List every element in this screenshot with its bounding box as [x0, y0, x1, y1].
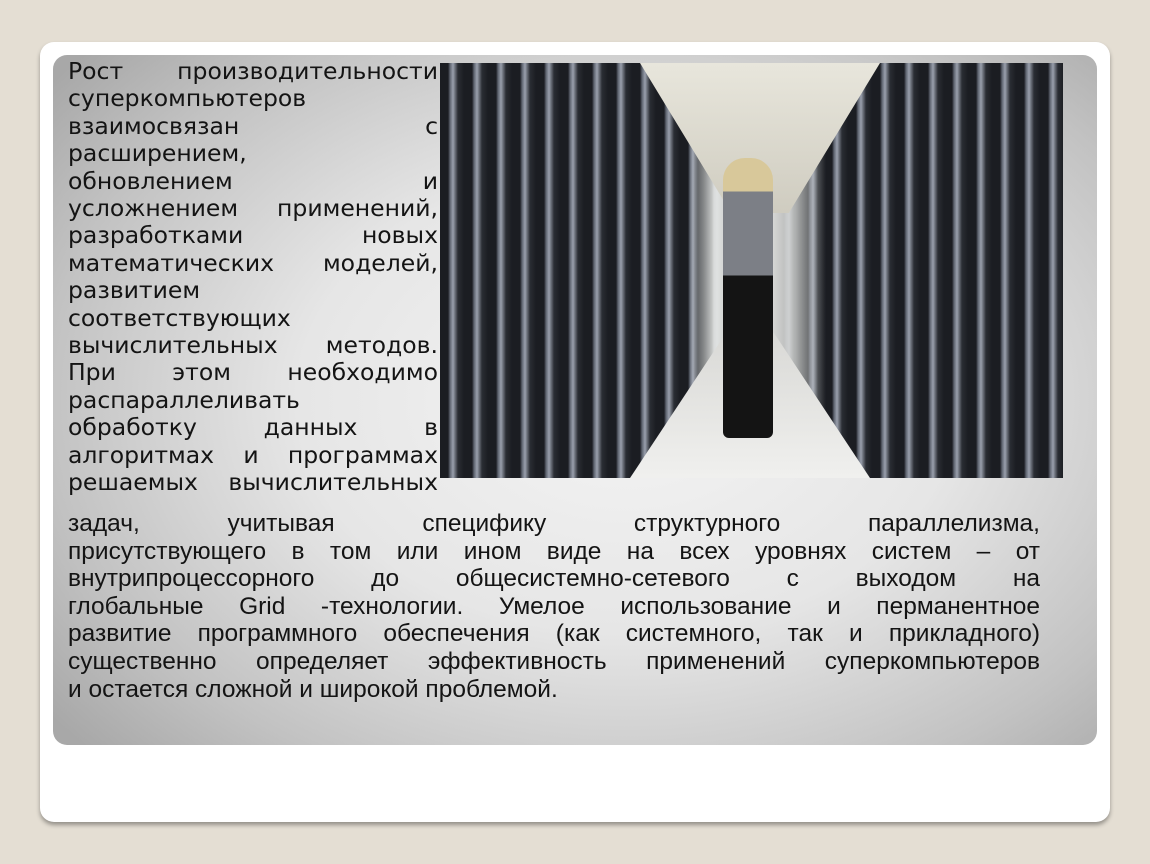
text-line: глобальные Grid -технологии. Умелое испо…	[68, 592, 1040, 620]
text-line: задач, учитывая специфику структурного п…	[68, 510, 1040, 537]
text-line: развитием	[68, 276, 201, 305]
text-line: присутствующего в том или ином виде на в…	[68, 537, 1040, 565]
bottom-text-block: задач, учитывая специфику структурного п…	[68, 510, 1040, 703]
text-line: вычислительных методов.	[68, 331, 438, 360]
text-line: При этом необходимо	[68, 358, 438, 387]
text-line: усложнением применений,	[68, 194, 438, 223]
text-line: взаимосвязан с	[68, 111, 438, 140]
text-line: алгоритмах и программах	[68, 440, 438, 469]
text-line: расширением,	[68, 139, 247, 168]
text-line: решаемых вычислительных	[68, 468, 438, 497]
text-line: суперкомпьютеров	[68, 84, 307, 113]
text-line: внутрипроцессорного до общесистемно-сете…	[68, 565, 1040, 593]
text-line: существенно определяет эффективность при…	[68, 647, 1040, 675]
text-line: обновлением и	[68, 166, 438, 195]
text-line: и остается сложной и широкой проблемой.	[68, 675, 558, 703]
left-text-column: Рост производительности суперкомпьютеров…	[68, 57, 438, 497]
text-line: обработку данных в	[68, 413, 438, 442]
text-line: математических моделей,	[68, 248, 438, 277]
text-line: развитие программного обеспечения (как с…	[68, 620, 1040, 648]
photo-person	[723, 158, 773, 438]
text-line: распараллеливать	[68, 385, 300, 414]
text-line: разработками новых	[68, 221, 438, 250]
supercomputer-photo	[440, 63, 1063, 478]
text-line: Рост производительности	[68, 57, 438, 85]
text-line: соответствующих	[68, 303, 291, 332]
